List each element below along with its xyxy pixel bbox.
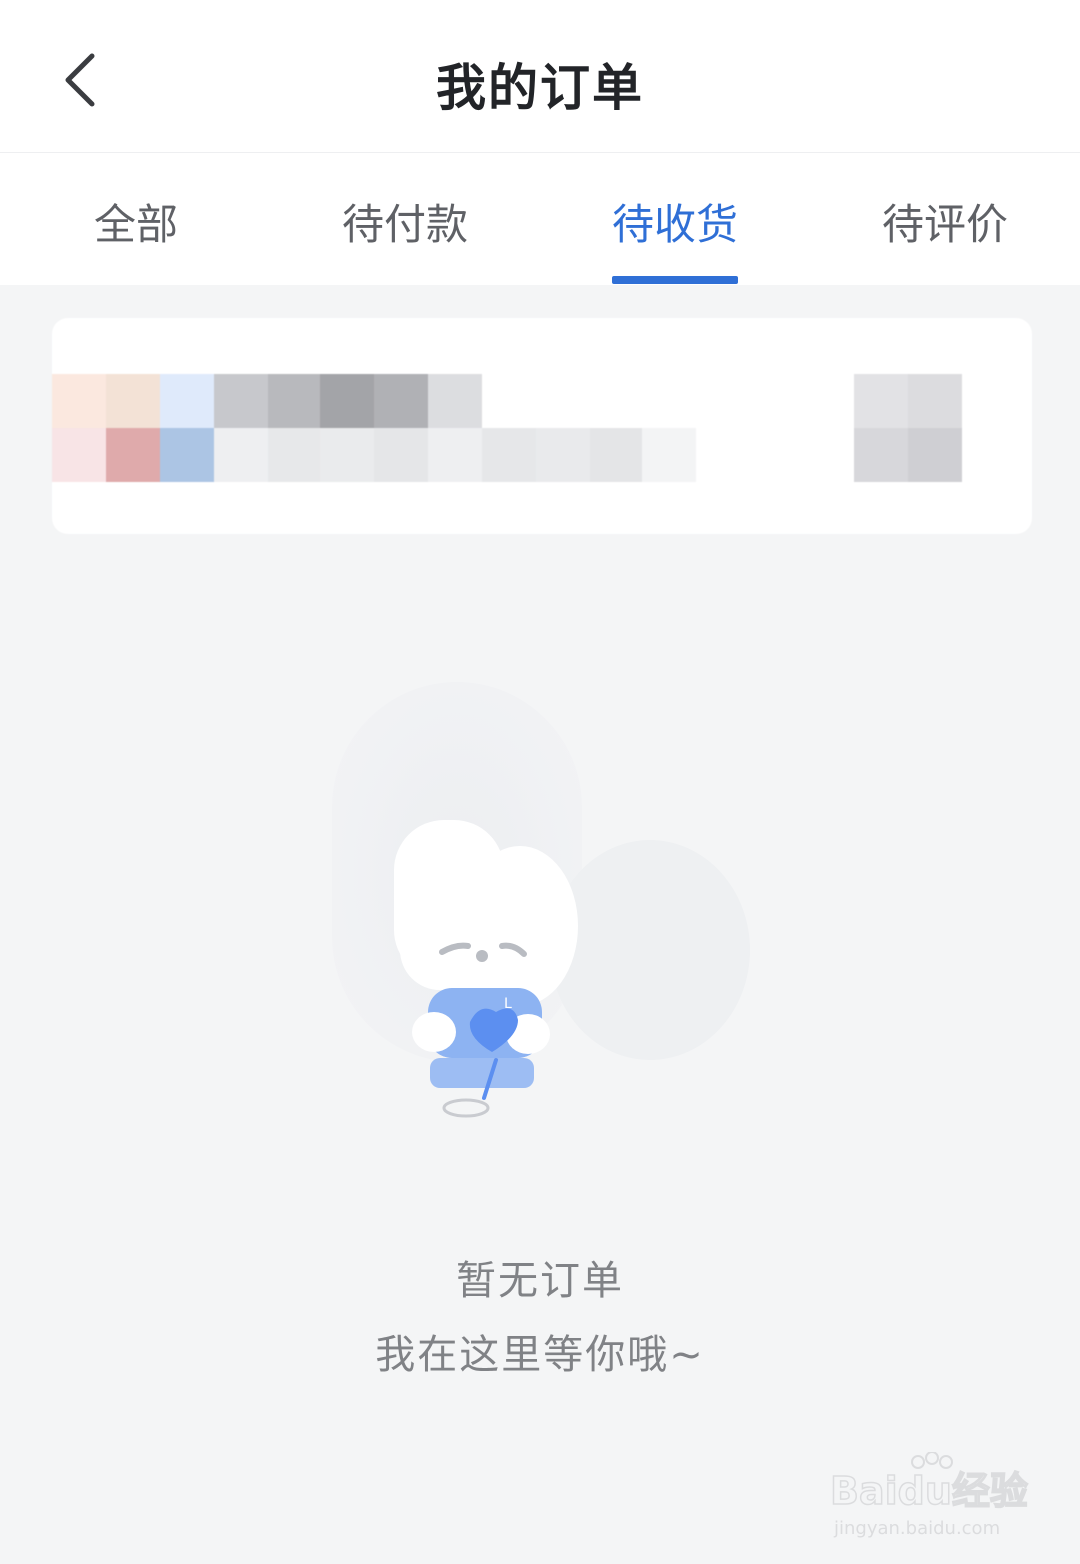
tab-pending-review[interactable]: 待评价	[882, 191, 1008, 285]
tab-pending-payment[interactable]: 待付款	[342, 191, 468, 285]
empty-state-title: 暂无订单	[456, 1258, 624, 1304]
page-title: 我的订单	[436, 59, 644, 117]
empty-state-subtitle: 我在这里等你哦~	[375, 1332, 705, 1378]
watermark-url: jingyan.baidu.com	[833, 1518, 1000, 1539]
top-nav-bar: 我的订单	[0, 0, 1080, 153]
tab-all[interactable]: 全部	[94, 191, 178, 285]
blurred-order-card[interactable]	[52, 318, 1032, 534]
order-page: 我的订单 全部 待付款 待收货 待评价 L 暂无订单 我在这里等你哦~ Baid…	[0, 0, 1080, 1564]
watermark-brand: Baidu经验	[830, 1469, 1028, 1513]
baidu-jingyan-watermark: Baidu经验 jingyan.baidu.com	[829, 1452, 1029, 1539]
tab-pending-receipt[interactable]: 待收货	[612, 191, 738, 285]
active-tab-indicator	[612, 276, 738, 284]
empty-state-illustration: L	[332, 682, 750, 1118]
order-status-tabs: 全部 待付款 待收货 待评价	[0, 153, 1080, 285]
